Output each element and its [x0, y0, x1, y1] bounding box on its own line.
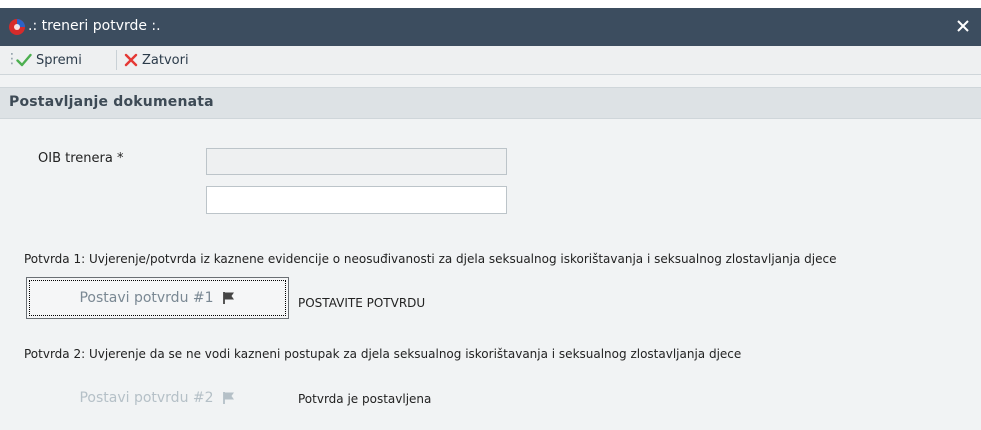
- upload-potvrda1-label: Postavi potvrdu #1: [79, 290, 214, 306]
- section-title: Postavljanje dokumenata: [9, 94, 214, 110]
- checkmark-icon: [16, 53, 32, 67]
- potvrda1-status: POSTAVITE POTVRDU: [298, 296, 426, 310]
- dialog-window: .: treneri potvrde :. ⋮ Spremi Zatvori P…: [0, 8, 981, 430]
- upload-potvrda2-label: Postavi potvrdu #2: [79, 390, 214, 406]
- potvrda1-description: Potvrda 1: Uvjerenje/potvrda iz kaznene …: [24, 252, 837, 266]
- close-button[interactable]: Zatvori: [124, 51, 189, 69]
- oib-input[interactable]: [206, 186, 507, 214]
- oib-label: OIB trenera *: [38, 151, 124, 166]
- x-icon: [124, 53, 138, 67]
- potvrda2-status: Potvrda je postavljena: [298, 392, 432, 406]
- save-label: Spremi: [36, 52, 82, 68]
- section-header: Postavljanje dokumenata: [0, 87, 981, 119]
- flag-icon: [222, 391, 236, 405]
- flag-icon: [222, 291, 236, 305]
- close-window-button[interactable]: [953, 16, 973, 36]
- oib-field-readonly: [206, 148, 507, 175]
- toolbar: ⋮ Spremi Zatvori: [0, 46, 981, 75]
- title-bar: .: treneri potvrde :.: [0, 8, 981, 46]
- close-icon: [957, 20, 969, 32]
- upload-potvrda1-button[interactable]: Postavi potvrdu #1: [26, 277, 289, 319]
- form-content: OIB trenera * Potvrda 1: Uvjerenje/potvr…: [0, 119, 981, 430]
- app-logo-icon: [8, 18, 26, 36]
- upload-potvrda2-button[interactable]: Postavi potvrdu #2: [26, 381, 289, 415]
- close-label: Zatvori: [142, 52, 189, 68]
- save-button[interactable]: Spremi: [16, 51, 82, 69]
- potvrda2-description: Potvrda 2: Uvjerenje da se ne vodi kazne…: [24, 347, 742, 361]
- window-title: .: treneri potvrde :.: [28, 18, 161, 34]
- toolbar-separator: [116, 50, 117, 70]
